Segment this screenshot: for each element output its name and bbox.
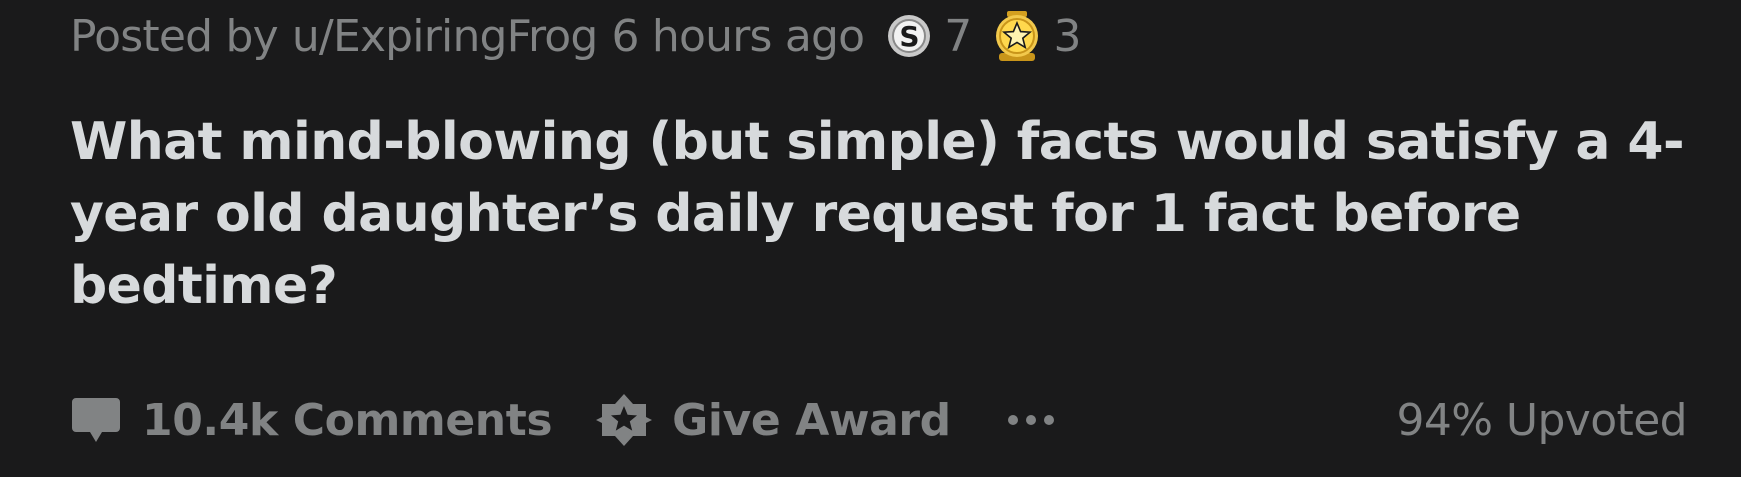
comments-button[interactable]: 10.4k Comments [70, 394, 553, 446]
give-award-label: Give Award [672, 394, 951, 446]
comment-icon [70, 394, 122, 446]
silver-award-icon: S [886, 13, 932, 59]
comments-label: 10.4k Comments [142, 394, 553, 446]
post-meta: Posted by u/ExpiringFrog 6 hours ago S 7… [70, 6, 1081, 66]
silver-award-count: 7 [944, 10, 972, 62]
upvote-ratio: 94% Upvoted [1396, 394, 1687, 446]
more-options-button[interactable] [1005, 410, 1057, 430]
gold-award-icon [993, 9, 1041, 63]
more-options-icon [1005, 410, 1057, 430]
award-silver[interactable]: S 7 [886, 10, 972, 62]
posted-by-text: Posted by [70, 10, 279, 62]
svg-text:S: S [900, 20, 919, 53]
award-gold[interactable]: 3 [993, 9, 1081, 63]
award-icon [596, 392, 653, 448]
gold-award-count: 3 [1053, 10, 1081, 62]
post-time[interactable]: 6 hours ago [612, 11, 865, 62]
author-link[interactable]: u/ExpiringFrog [292, 11, 599, 62]
post-title[interactable]: What mind-blowing (but simple) facts wou… [70, 106, 1730, 322]
post-actions: 10.4k Comments Give Award [70, 380, 1057, 460]
give-award-button[interactable]: Give Award [596, 392, 951, 448]
